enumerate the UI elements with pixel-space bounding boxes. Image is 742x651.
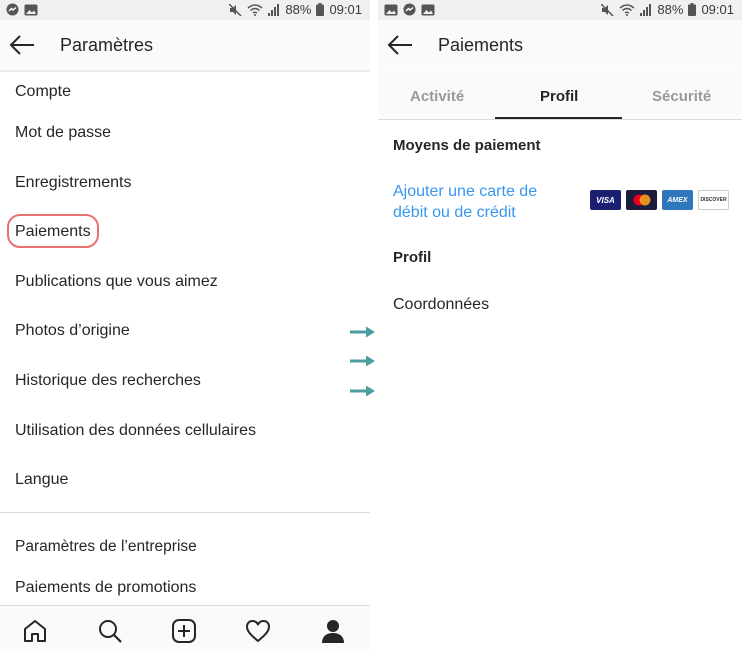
new-post-icon[interactable] bbox=[171, 618, 197, 644]
app-bar: Paiements bbox=[378, 20, 742, 70]
visa-card-icon: VISA bbox=[590, 190, 621, 210]
bottom-navigation bbox=[0, 605, 370, 651]
gallery-notification-icon bbox=[421, 4, 435, 15]
gallery-notification-icon bbox=[384, 4, 398, 15]
clock: 09:01 bbox=[329, 2, 362, 17]
page-title: Paramètres bbox=[60, 35, 154, 55]
menu-item-saved[interactable]: Enregistrements bbox=[15, 174, 132, 192]
battery-percent: 88% bbox=[285, 2, 312, 17]
menu-item-language[interactable]: Langue bbox=[15, 471, 68, 489]
card-logos: VISA AMEX DISCOVER bbox=[590, 190, 729, 210]
tab-security[interactable]: Sécurité bbox=[652, 88, 711, 105]
amex-card-icon: AMEX bbox=[662, 190, 693, 210]
signal-icon bbox=[268, 3, 280, 16]
messenger-notification-icon bbox=[6, 3, 19, 16]
menu-item-password[interactable]: Mot de passe bbox=[15, 124, 111, 142]
clock: 09:01 bbox=[701, 2, 734, 17]
menu-item-contact-info[interactable]: Coordonnées bbox=[393, 296, 489, 314]
menu-item-payments[interactable]: Paiements bbox=[15, 223, 91, 241]
arrow-right-icon bbox=[350, 355, 375, 367]
add-card-link[interactable]: Ajouter une carte de débit ou de crédit bbox=[393, 181, 537, 223]
search-icon[interactable] bbox=[97, 618, 123, 644]
messenger-notification-icon bbox=[403, 3, 416, 16]
menu-item-cellular-data[interactable]: Utilisation des données cellulaires bbox=[15, 422, 256, 440]
menu-item-original-photos[interactable]: Photos d’origine bbox=[15, 322, 130, 340]
add-card-link-line1: Ajouter une carte de bbox=[393, 183, 538, 200]
status-bar: 88% 09:01 bbox=[378, 0, 742, 20]
section-divider bbox=[0, 512, 370, 513]
section-heading-payment-methods: Moyens de paiement bbox=[393, 137, 541, 154]
heart-icon[interactable] bbox=[245, 618, 271, 644]
active-tab-indicator bbox=[495, 117, 622, 119]
home-icon[interactable] bbox=[22, 618, 48, 644]
payments-screen: 88% 09:01 Paiements Activité Profil Sécu… bbox=[378, 0, 742, 651]
battery-icon bbox=[316, 3, 325, 16]
add-card-link-line2: débit ou de crédit bbox=[393, 204, 516, 221]
menu-item-liked-posts[interactable]: Publications que vous aimez bbox=[15, 273, 218, 291]
wifi-icon bbox=[247, 3, 263, 16]
back-arrow-icon[interactable] bbox=[386, 33, 414, 57]
tab-bar: Activité Profil Sécurité bbox=[378, 71, 742, 120]
profile-icon[interactable] bbox=[320, 618, 346, 644]
mastercard-card-icon bbox=[626, 190, 657, 210]
section-heading-account: Compte bbox=[15, 83, 72, 100]
battery-icon bbox=[688, 3, 697, 16]
battery-percent: 88% bbox=[657, 2, 684, 17]
discover-card-icon: DISCOVER bbox=[698, 190, 729, 210]
app-bar: Paramètres bbox=[0, 20, 370, 72]
mute-icon bbox=[601, 3, 614, 16]
signal-icon bbox=[640, 3, 652, 16]
back-arrow-icon[interactable] bbox=[8, 33, 36, 57]
settings-screen: 88% 09:01 Paramètres Compte Mot de passe… bbox=[0, 0, 370, 651]
section-heading-business: Paramètres de l’entreprise bbox=[15, 538, 197, 555]
arrow-right-icon bbox=[350, 326, 375, 338]
status-bar: 88% 09:01 bbox=[0, 0, 370, 20]
arrow-right-icon bbox=[350, 385, 375, 397]
section-heading-profile: Profil bbox=[393, 249, 432, 266]
menu-item-search-history[interactable]: Historique des recherches bbox=[15, 372, 201, 390]
wifi-icon bbox=[619, 3, 635, 16]
gallery-notification-icon bbox=[24, 4, 38, 15]
tab-profile[interactable]: Profil bbox=[540, 88, 578, 105]
mute-icon bbox=[229, 3, 242, 16]
page-title: Paiements bbox=[438, 35, 524, 55]
menu-item-promotion-payments[interactable]: Paiements de promotions bbox=[15, 579, 196, 597]
tab-activity[interactable]: Activité bbox=[410, 88, 464, 105]
mastercard-circles-icon bbox=[633, 194, 650, 206]
